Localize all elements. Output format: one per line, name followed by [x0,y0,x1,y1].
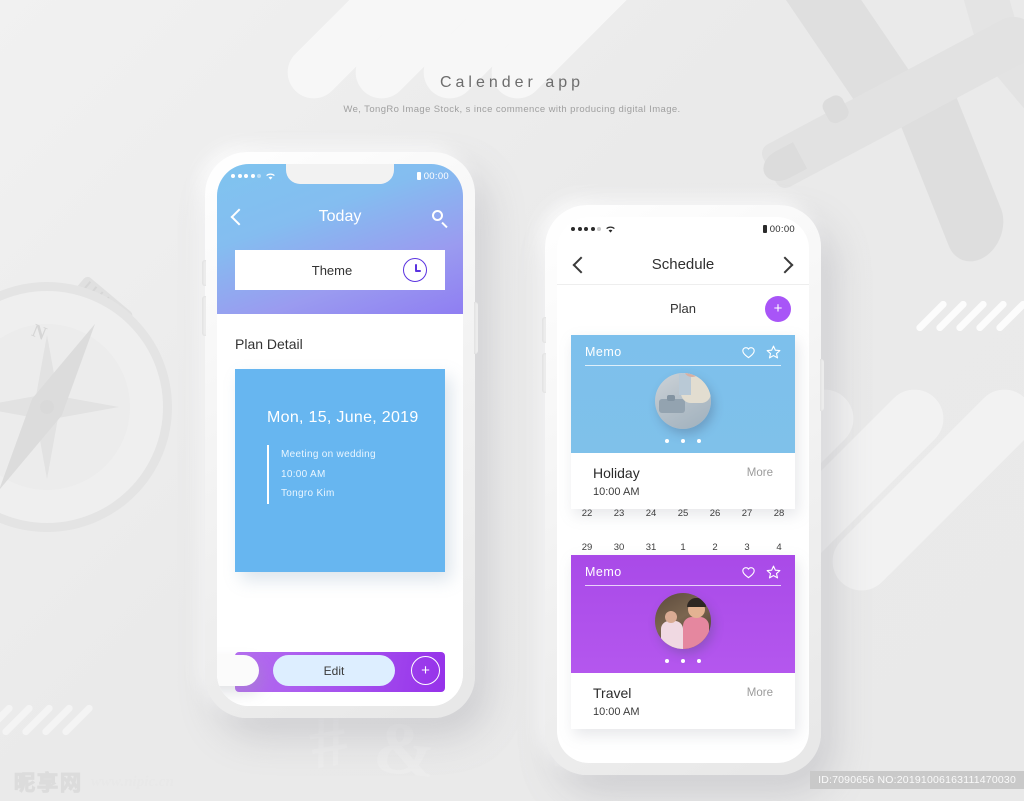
decorative-hatch-bottom-left [0,700,114,760]
memo-head-2: Memo [571,555,795,579]
site-url: www.nipic.cn [91,773,174,790]
asset-id-label: ID:7090656 NO:20191006163111470030 [810,771,1024,789]
star-icon[interactable] [766,565,781,579]
search-icon[interactable] [432,209,448,228]
phone1-nav-title: Today [318,208,362,225]
memo-more-link[interactable]: More [747,467,773,479]
theme-selector[interactable]: Theme [235,250,445,290]
site-logo: 昵享网 www.nipic.cn [14,767,174,797]
memo-pager-1[interactable] [665,439,701,443]
decorative-hatch-right [914,296,1024,336]
plan-date: Mon, 15, June, 2019 [267,409,419,426]
phone2-screen: 00:00 Schedule Plan + Memo Holiday 10:00… [557,217,809,763]
watermark-bar: 昵享网 www.nipic.cn ID:7090656 NO:201910061… [0,761,1024,801]
decorative-diagonal-bars-right [640,360,1024,660]
phone1-status-bar: 00:00 [217,164,463,188]
calendar-day[interactable]: 28 [763,504,795,524]
phone2-status-bar: 00:00 [557,217,809,241]
phone1-power-button[interactable] [474,302,478,354]
star-icon[interactable] [766,345,781,359]
plan-row: Plan + [557,286,809,331]
memo-head-1: Memo [571,335,795,359]
memo-divider-2 [585,585,781,586]
plan-detail-card: Mon, 15, June, 2019 Meeting on wedding 1… [235,369,445,572]
send-button[interactable]: Send [217,655,259,686]
page-title: Calender app [439,74,585,91]
memo-title: Travel [593,685,632,701]
phone2-power-button[interactable] [820,359,824,411]
compass-illustration: N S [0,274,172,532]
memo-pager-2[interactable] [665,659,701,663]
clock-icon[interactable] [403,258,427,282]
calendar-day[interactable]: 25 [667,504,699,524]
phone1-screen: 00:00 Today Theme Plan Detail Mon, 15, J… [217,164,463,706]
edit-button[interactable]: Edit [273,655,395,686]
signal-dots-icon [571,227,601,231]
memo-more-link[interactable]: More [747,687,773,699]
plan-label: Plan [669,301,697,316]
calendar-day[interactable]: 23 [603,504,635,524]
plus-circle-icon[interactable]: + [411,656,440,685]
memo-media-1: Memo [571,335,795,453]
phone1-navbar: Today [217,200,463,234]
phone2-volume-down-button[interactable] [542,353,546,393]
theme-label: Theme [311,262,353,278]
calendar-day[interactable]: 24 [635,504,667,524]
calendar-day[interactable]: 22 [571,504,603,524]
battery-icon [416,172,421,180]
phone1-status-time: 00:00 [423,170,449,182]
plus-icon[interactable]: + [765,295,791,322]
memo-title: Holiday [593,465,640,481]
signal-dots-icon [231,174,261,178]
plan-items: Meeting on wedding 10:00 AM Tongro Kim [267,445,445,504]
heart-icon[interactable] [741,565,756,579]
phone-mockup-today: 00:00 Today Theme Plan Detail Mon, 15, J… [202,152,478,718]
memo-card-holiday[interactable]: Memo Holiday 10:00 AM More [571,335,795,509]
phone1-volume-down-button[interactable] [202,296,206,336]
phone1-volume-up-button[interactable] [202,260,206,286]
wifi-icon [606,226,615,233]
section-title-plan-detail: Plan Detail [235,336,303,352]
phone2-volume-up-button[interactable] [542,317,546,343]
avatar [655,373,711,429]
heart-icon[interactable] [741,345,756,359]
calendar-day[interactable]: 26 [699,504,731,524]
battery-icon [762,225,767,233]
wifi-icon [266,173,275,180]
calendar-grid[interactable]: 22 23 24 25 26 27 28 29 30 31 1 2 3 4 [571,504,795,558]
memo-label: Memo [585,565,622,579]
memo-media-2: Memo [571,555,795,673]
calendar-day[interactable]: 27 [731,504,763,524]
plan-item-time: 10:00 AM [281,468,326,480]
canvas: N S # & $ Calender app We, TongRo Image … [0,0,1024,801]
plan-item-person: Tongro Kim [281,488,335,499]
memo-footer-1: Holiday 10:00 AM More [571,453,795,509]
phone1-content: Plan Detail Mon, 15, June, 2019 Meeting … [217,314,463,706]
plan-item-title: Meeting on wedding [281,449,376,460]
site-brand-cn: 昵享网 [14,771,83,796]
memo-time: 10:00 AM [593,486,640,498]
memo-time: 10:00 AM [593,706,640,718]
memo-divider-1 [585,365,781,366]
avatar [655,593,711,649]
page-subtitle: We, TongRo Image Stock, s ince commence … [343,104,681,115]
memo-card-travel[interactable]: Memo Travel 10:00 AM More [571,555,795,729]
page-header: Calender app We, TongRo Image Stock, s i… [0,74,1024,115]
memo-footer-2: Travel 10:00 AM More [571,673,795,729]
phone2-status-time: 00:00 [769,223,795,235]
phone-mockup-schedule: 00:00 Schedule Plan + Memo Holiday 10:00… [542,205,824,775]
phone2-navbar: Schedule [557,245,809,285]
phone2-nav-title: Schedule [651,256,715,273]
calendar-week-1: 22 23 24 25 26 27 28 [571,504,795,524]
memo-label: Memo [585,345,622,359]
